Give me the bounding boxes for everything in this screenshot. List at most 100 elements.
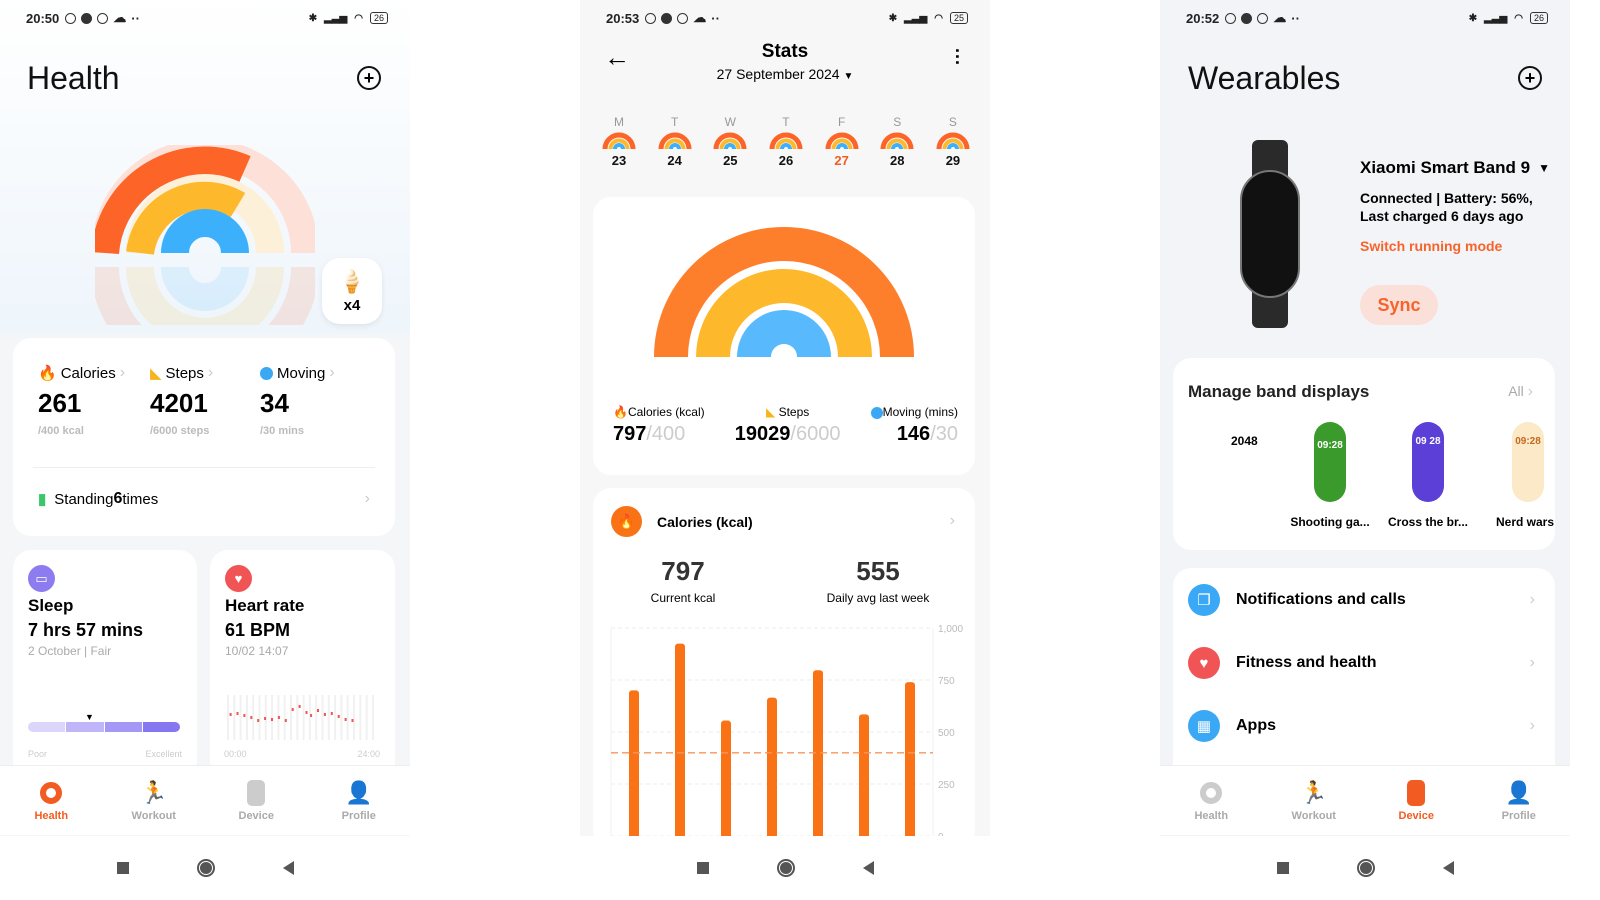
- alarm-icon: [1225, 12, 1237, 24]
- switch-mode-link[interactable]: Switch running mode: [1360, 238, 1502, 254]
- week-day[interactable]: T 26: [769, 115, 803, 168]
- page-title: Stats: [761, 41, 809, 62]
- more-menu-button[interactable]: ···: [947, 48, 967, 66]
- back-button[interactable]: [862, 861, 874, 875]
- bed-icon: ▭: [28, 565, 55, 592]
- recents-button[interactable]: [696, 862, 709, 874]
- spotify-icon: [661, 12, 673, 24]
- nav-health[interactable]: Health: [1160, 766, 1263, 835]
- heart-rate-point: [323, 713, 326, 716]
- watch-icon: [1407, 780, 1426, 806]
- sleep-card[interactable]: ▭ Sleep 7 hrs 57 mins 2 October | Fair ▼…: [13, 550, 197, 780]
- heart-rate-point: [229, 713, 232, 716]
- signal-icon: ▂▃▅: [1484, 12, 1508, 24]
- display-item[interactable]: 09:28 Shooting ga...: [1285, 422, 1375, 529]
- battery-icon: 26: [1529, 12, 1548, 24]
- bar-t-26[interactable]: [767, 697, 777, 842]
- all-displays-link[interactable]: All ›: [1508, 383, 1533, 401]
- recents-button[interactable]: [1276, 862, 1289, 874]
- day-number: 25: [723, 153, 738, 168]
- bottom-nav: Health 🏃 Workout Device 👤 Profile: [1160, 765, 1570, 835]
- heart-rate-card[interactable]: ♥ Heart rate 61 BPM 10/02 14:07 00:00 24…: [210, 550, 395, 780]
- chevron-right-icon[interactable]: ›: [950, 512, 955, 530]
- standing-person-icon: ▮: [38, 491, 47, 508]
- chevron-right-icon: ›: [207, 364, 214, 381]
- page-title: Health: [27, 60, 120, 96]
- moving-stat[interactable]: Moving › 34 /30 mins: [260, 364, 370, 437]
- bar-s-28[interactable]: [859, 714, 869, 842]
- whatsapp-icon: [1257, 12, 1269, 24]
- more-icon: ··: [1291, 10, 1300, 26]
- heart-rate-point: [264, 717, 267, 720]
- rings-summary-card: 🔥Calories (kcal) 797/400 ◣ Steps 19029/6…: [593, 197, 975, 475]
- activity-rings[interactable]: [95, 145, 315, 325]
- nav-device[interactable]: Device: [205, 766, 308, 835]
- bar-w-25[interactable]: [721, 720, 731, 842]
- chevron-right-icon: ›: [1527, 383, 1533, 400]
- nav-device[interactable]: Device: [1365, 766, 1468, 835]
- wearables-screen: 20:52 ☁ ·· ✱ ▂▃▅ ◠ 26 Wearables + Xiaomi Sma…: [1160, 0, 1570, 900]
- calories-stat[interactable]: 🔥 Calories › 261 /400 kcal: [38, 364, 150, 437]
- sync-button[interactable]: Sync: [1360, 285, 1438, 325]
- home-button[interactable]: [1356, 859, 1375, 877]
- menu-item[interactable]: ▦ Apps ›: [1188, 709, 1535, 743]
- bar-t-24[interactable]: [675, 643, 685, 842]
- week-day[interactable]: S 29: [936, 115, 970, 168]
- back-button[interactable]: [1442, 861, 1454, 875]
- band-image: [1240, 140, 1300, 328]
- day-letter: F: [837, 115, 846, 129]
- y-tick-label: 1,000: [938, 624, 963, 635]
- achievement-badge[interactable]: 🍦 x4: [322, 258, 382, 324]
- status-bar: 20:52 ☁ ·· ✱ ▂▃▅ ◠ 26: [1186, 8, 1548, 28]
- heart-icon: ♥: [1188, 647, 1220, 679]
- ice-cream-icon: 🍦: [338, 268, 366, 294]
- nav-health[interactable]: Health: [0, 766, 103, 835]
- nav-workout[interactable]: 🏃 Workout: [103, 766, 206, 835]
- menu-item[interactable]: ♥ Fitness and health ›: [1188, 646, 1535, 680]
- running-icon: 🏃: [1300, 780, 1328, 805]
- chevron-right-icon: ›: [329, 364, 335, 381]
- y-tick-label: 750: [938, 676, 955, 687]
- battery-icon: 25: [949, 12, 968, 24]
- day-letter: W: [724, 115, 736, 129]
- steps-stat[interactable]: ◣ Steps › 4201 /6000 steps: [150, 364, 260, 437]
- whatsapp-icon: [97, 12, 109, 24]
- display-item-2048[interactable]: 2048: [1231, 434, 1258, 448]
- device-selector[interactable]: Xiaomi Smart Band 9 ▼: [1360, 158, 1550, 178]
- display-item[interactable]: 09 28 Cross the br...: [1383, 422, 1473, 529]
- nav-profile[interactable]: 👤 Profile: [1468, 766, 1571, 835]
- week-day[interactable]: M 23: [602, 115, 636, 168]
- recents-button[interactable]: [116, 862, 129, 874]
- flame-icon: 🔥: [38, 365, 57, 382]
- back-button[interactable]: [282, 861, 294, 875]
- heart-rate-point: [291, 708, 294, 711]
- week-day[interactable]: T 24: [658, 115, 692, 168]
- nav-workout[interactable]: 🏃 Workout: [1263, 766, 1366, 835]
- whatsapp-icon: [677, 12, 689, 24]
- bar-f-27[interactable]: [813, 670, 823, 842]
- bluetooth-icon: ✱: [308, 12, 318, 24]
- menu-item[interactable]: ❐ Notifications and calls ›: [1188, 583, 1535, 617]
- status-time: 20:52: [1186, 10, 1220, 26]
- add-button[interactable]: +: [357, 66, 381, 90]
- moving-ring: [737, 310, 831, 359]
- add-device-button[interactable]: +: [1518, 66, 1542, 90]
- bar-s-29[interactable]: [905, 682, 915, 842]
- shoe-icon: ◣: [766, 405, 776, 419]
- standing-row[interactable]: ▮ Standing 6 times ›: [38, 490, 370, 508]
- week-day[interactable]: W 25: [713, 115, 747, 168]
- wifi-icon: ◠: [1514, 12, 1523, 24]
- heart-rate-point: [310, 714, 313, 717]
- home-button[interactable]: [196, 859, 215, 877]
- bar-m-23[interactable]: [629, 690, 639, 842]
- display-item[interactable]: 09:28 Nerd wars: [1483, 422, 1570, 529]
- week-day[interactable]: F 27: [825, 115, 859, 168]
- week-day[interactable]: S 28: [880, 115, 914, 168]
- home-button[interactable]: [776, 859, 795, 877]
- date-selector[interactable]: 27 September 2024 ▼: [580, 66, 990, 82]
- nav-profile[interactable]: 👤 Profile: [308, 766, 411, 835]
- chevron-right-icon: ›: [364, 490, 370, 507]
- heart-rate-point: [337, 715, 340, 718]
- system-nav: [1160, 836, 1570, 900]
- stats-activity-rings[interactable]: [653, 227, 915, 362]
